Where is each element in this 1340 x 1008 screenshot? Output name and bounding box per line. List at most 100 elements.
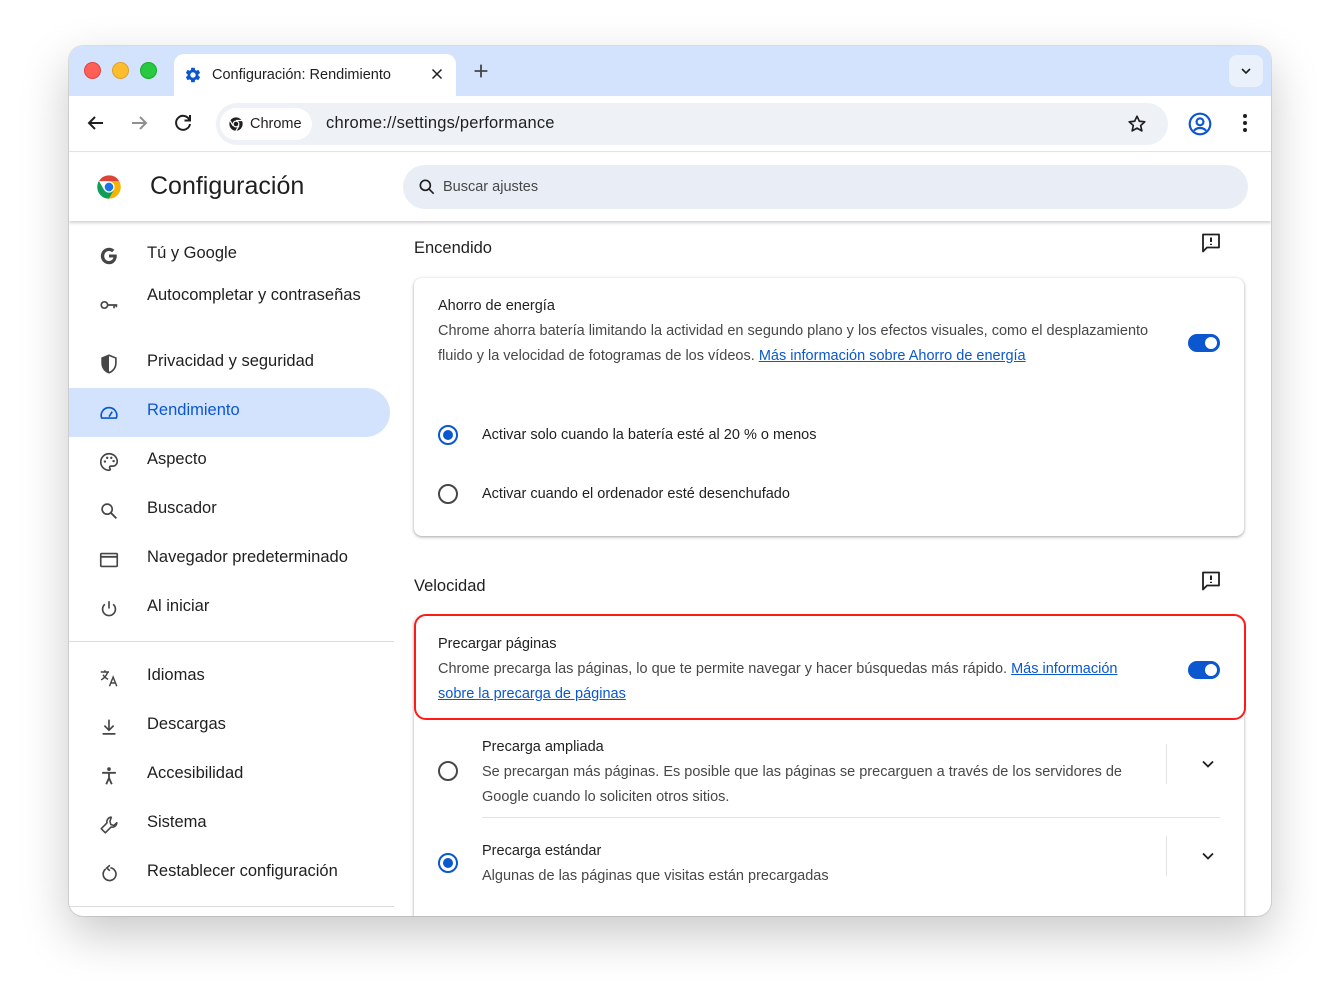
sidebar-item-performance[interactable]: Rendimiento <box>69 388 390 437</box>
tab-title: Configuración: Rendimiento <box>212 67 391 83</box>
close-icon[interactable] <box>428 65 446 83</box>
toolbar: Chrome chrome://settings/performance <box>69 96 1271 152</box>
section-title-power: Encendido <box>414 239 492 257</box>
chevron-down-icon <box>1241 68 1251 75</box>
sidebar-item-label: Sistema <box>147 813 207 831</box>
sidebar-item-label: Buscador <box>147 499 217 517</box>
shield-icon <box>101 354 117 374</box>
sidebar-item-on-startup[interactable]: Al iniciar <box>69 584 390 633</box>
sidebar-item-label: Al iniciar <box>147 597 210 615</box>
preload-title: Precargar páginas <box>438 636 557 652</box>
speedometer-icon <box>100 406 118 419</box>
chrome-logo-icon <box>97 175 121 199</box>
chevron-down-icon[interactable] <box>1198 846 1218 866</box>
sidebar-item-label: Descargas <box>147 715 226 733</box>
battery-20-radio[interactable] <box>438 425 458 445</box>
sidebar-divider <box>69 906 394 907</box>
sidebar-item-default-browser[interactable]: Navegador predeterminado <box>69 535 390 584</box>
gear-icon <box>185 67 201 83</box>
palette-icon <box>100 452 119 472</box>
preload-desc-text: Chrome precarga las páginas, lo que te p… <box>438 661 1012 677</box>
close-window-button[interactable] <box>84 62 101 79</box>
sidebar-item-languages[interactable]: Idiomas <box>69 653 390 702</box>
reset-icon <box>102 864 117 882</box>
search-icon <box>101 503 117 519</box>
standard-preload-desc: Algunas de las páginas que visitas están… <box>482 868 829 884</box>
chevron-down-icon[interactable] <box>1198 754 1218 774</box>
energy-saver-title: Ahorro de energía <box>438 298 555 314</box>
power-icon <box>101 601 117 617</box>
tab-settings-performance[interactable]: Configuración: Rendimiento <box>174 54 456 96</box>
star-icon[interactable] <box>1126 113 1148 135</box>
wrench-icon <box>100 816 118 834</box>
sidebar-item-downloads[interactable]: Descargas <box>69 702 390 751</box>
chip-label: Chrome <box>250 116 302 132</box>
translate-icon <box>100 670 118 687</box>
sidebar-nav: Tú y Google Autocompletar y contraseñas … <box>69 221 399 916</box>
back-arrow-icon[interactable] <box>84 111 108 135</box>
preload-toggle[interactable] <box>1188 661 1220 679</box>
url-text[interactable]: chrome://settings/performance <box>326 114 555 133</box>
sidebar-item-label: Idiomas <box>147 666 205 684</box>
sidebar-item-reset-settings[interactable]: Restablecer configuración <box>69 849 390 898</box>
extended-preload-desc: Se precargan más páginas. Es posible que… <box>482 764 1122 805</box>
vertical-divider <box>1166 744 1167 784</box>
sidebar-item-label: Rendimiento <box>147 401 240 419</box>
extended-preload-title: Precarga ampliada <box>482 739 604 755</box>
key-icon <box>100 300 118 310</box>
extended-preload-radio[interactable] <box>438 761 458 781</box>
browser-window-icon <box>99 552 119 568</box>
energy-saver-learn-more-link[interactable]: Más información sobre Ahorro de energía <box>759 348 1026 364</box>
forward-arrow-icon[interactable] <box>127 111 151 135</box>
search-input[interactable] <box>443 176 1203 198</box>
tab-search-button[interactable] <box>1229 55 1263 87</box>
sidebar-item-label: Privacidad y seguridad <box>147 352 314 370</box>
minimize-window-button[interactable] <box>112 62 129 79</box>
standard-preload-title: Precarga estándar <box>482 843 602 859</box>
standard-preload-radio[interactable] <box>438 853 458 873</box>
preload-description: Chrome precarga las páginas, lo que te p… <box>438 657 1148 706</box>
sidebar-item-you-and-google[interactable]: Tú y Google <box>69 231 390 280</box>
sidebar-item-appearance[interactable]: Aspecto <box>69 437 390 486</box>
reload-icon[interactable] <box>171 111 195 135</box>
sidebar-item-label: Aspecto <box>147 450 207 468</box>
vertical-divider <box>1166 836 1167 876</box>
energy-saver-toggle[interactable] <box>1188 334 1220 352</box>
sidebar-item-search-engine[interactable]: Buscador <box>69 486 390 535</box>
settings-search[interactable] <box>403 165 1248 209</box>
sidebar-item-privacy[interactable]: Privacidad y seguridad <box>69 339 390 388</box>
sidebar-item-label: Tú y Google <box>147 244 237 262</box>
more-options-icon[interactable] <box>1233 111 1257 135</box>
power-card: Ahorro de energía Chrome ahorra batería … <box>414 278 1244 536</box>
speed-card: Precargar páginas Chrome precarga las pá… <box>414 616 1244 916</box>
sidebar-item-label: Autocompletar y contraseñas <box>147 286 361 304</box>
sidebar-item-accessibility[interactable]: Accesibilidad <box>69 751 390 800</box>
address-bar[interactable]: Chrome chrome://settings/performance <box>216 103 1168 145</box>
chrome-icon <box>229 117 243 131</box>
browser-window: Configuración: Rendimiento Chrome chrome… <box>69 46 1271 916</box>
profile-avatar-icon[interactable] <box>1187 111 1213 137</box>
section-title-speed: Velocidad <box>414 577 486 595</box>
sidebar-item-label: Restablecer configuración <box>147 862 338 880</box>
energy-saver-description: Chrome ahorra batería limitando la activ… <box>438 319 1168 368</box>
accessibility-icon <box>102 767 116 785</box>
feedback-icon[interactable] <box>1199 569 1223 593</box>
sidebar-item-autofill[interactable]: Autocompletar y contraseñas <box>69 280 390 329</box>
download-icon <box>102 719 116 735</box>
maximize-window-button[interactable] <box>140 62 157 79</box>
page-title: Configuración <box>150 172 305 200</box>
battery-20-label: Activar solo cuando la batería esté al 2… <box>482 427 817 443</box>
plus-icon[interactable] <box>470 60 492 82</box>
sidebar-item-label: Navegador predeterminado <box>147 548 348 566</box>
search-icon <box>419 179 435 195</box>
unplugged-radio[interactable] <box>438 484 458 504</box>
sidebar-item-system[interactable]: Sistema <box>69 800 390 849</box>
main-content: Encendido Ahorro de energía Chrome ahorr… <box>399 221 1271 916</box>
row-divider <box>482 817 1220 818</box>
sidebar-divider <box>69 641 394 642</box>
site-info-chip[interactable]: Chrome <box>220 108 312 140</box>
sidebar-item-label: Accesibilidad <box>147 764 244 782</box>
feedback-icon[interactable] <box>1199 231 1223 255</box>
tab-strip: Configuración: Rendimiento <box>69 46 1271 96</box>
google-g-icon <box>100 247 117 265</box>
